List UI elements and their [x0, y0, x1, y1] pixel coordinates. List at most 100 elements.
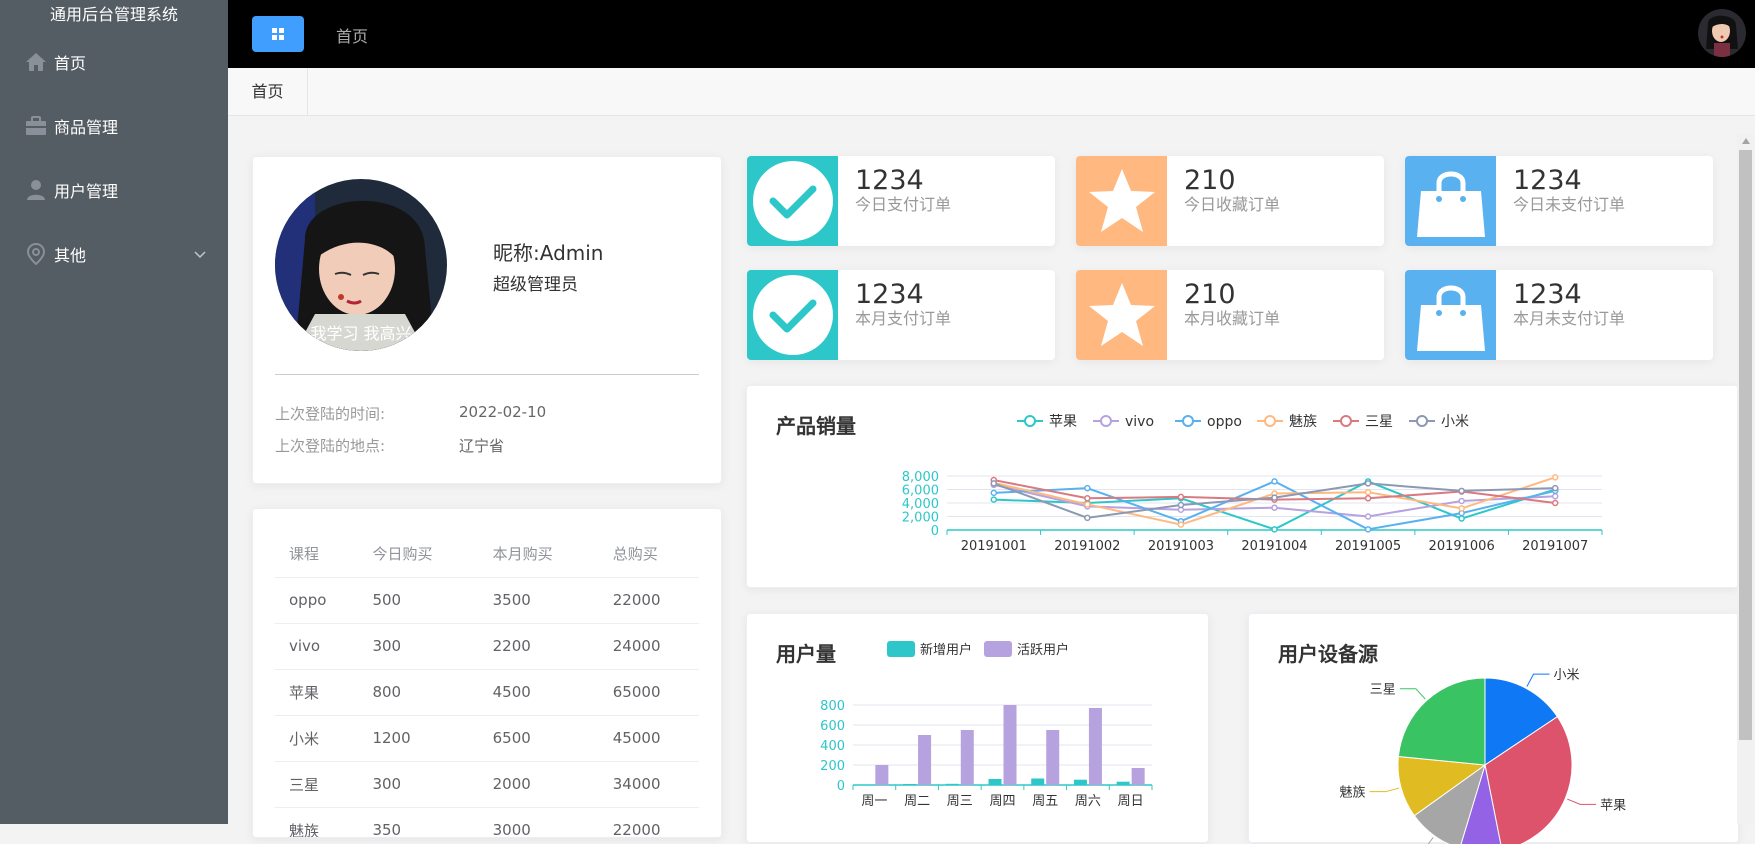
table-cell: 300 [358, 623, 479, 670]
star-icon [1088, 283, 1155, 346]
last-login-place-label: 上次登陆的地点: [275, 437, 386, 455]
star-icon [1088, 169, 1155, 232]
stat-label: 今日支付订单 [855, 195, 952, 214]
sidebar-item-label: 商品管理 [54, 118, 119, 137]
column-header: 本月购买 [478, 531, 599, 578]
stat-card: 1234 本月未支付订单 [1405, 270, 1713, 360]
column-header: 课程 [275, 531, 359, 578]
table-cell: 2000 [478, 761, 599, 808]
bag-icon [1416, 171, 1485, 237]
breadcrumb[interactable]: 首页 [336, 23, 368, 47]
data-point [1084, 501, 1091, 508]
x-tick-label: 20191003 [1148, 539, 1214, 554]
bar [960, 730, 974, 785]
sidebar: 通用后台管理系统 首页 商品管理 用户管理 其他 [0, 0, 228, 824]
x-tick-label: 周四 [989, 794, 1015, 809]
legend-label: 活跃用户 [1017, 642, 1069, 658]
table-cell: 500 [358, 577, 479, 624]
data-point [1364, 480, 1372, 487]
purchase-table: 课程 今日购买 本月购买 总购买 oppo 500 3500 22000 vivo 30… [275, 531, 699, 837]
bar [860, 784, 874, 785]
stat-icon-box [1076, 156, 1167, 246]
data-point [990, 480, 998, 487]
scroll-up-arrow-icon[interactable] [1742, 138, 1750, 144]
legend-item: 新增用户 [887, 641, 972, 658]
app-title: 通用后台管理系统 [49, 5, 178, 24]
last-login-time-value: 2022-02-10 [459, 403, 547, 421]
stat-card: 1234 本月支付订单 [747, 270, 1055, 360]
grid-icon [272, 28, 284, 40]
stat-value: 1234 [855, 165, 924, 196]
bar [1003, 705, 1017, 785]
data-point [1364, 488, 1372, 496]
table-cell: 65000 [598, 669, 699, 716]
data-point [990, 496, 998, 503]
collapse-menu-button[interactable] [252, 16, 304, 52]
stat-value: 210 [1184, 279, 1236, 310]
bar [1088, 708, 1102, 785]
location-icon [24, 242, 48, 266]
stat-value: 1234 [1513, 279, 1582, 310]
data-point [990, 489, 998, 497]
sidebar-item-label: 用户管理 [54, 182, 119, 201]
pie-label: 苹果 [1600, 798, 1626, 813]
tab-home[interactable]: 首页 [228, 68, 308, 115]
table-cell: 3000 [478, 807, 599, 837]
last-login-time-label: 上次登陆的时间: [275, 405, 386, 423]
x-tick-label: 20191007 [1522, 539, 1588, 554]
data-point [1364, 526, 1372, 533]
stat-icon-box [1076, 270, 1167, 360]
pie-label: 小米 [1554, 668, 1580, 683]
sidebar-item-users[interactable]: 用户管理 [0, 158, 228, 222]
data-point [1551, 499, 1559, 507]
data-point [1458, 487, 1465, 495]
sidebar-item-home[interactable]: 首页 [0, 30, 228, 94]
legend-item: 魅族 [1257, 414, 1317, 430]
table-row: vivo 300 2200 24000 [275, 623, 699, 670]
table-cell: 300 [358, 761, 479, 808]
chevron-down-icon [194, 244, 206, 263]
scrollbar[interactable] [1737, 134, 1754, 824]
bar [945, 783, 959, 785]
table-cell: 34000 [598, 761, 699, 808]
table-cell: 苹果 [275, 669, 359, 716]
legend-label: 新增用户 [920, 642, 972, 658]
x-tick-label: 周一 [861, 794, 887, 809]
y-tick-label: 600 [820, 719, 845, 734]
bar [875, 765, 889, 785]
stat-label: 今日未支付订单 [1513, 195, 1626, 214]
pie-label: 魅族 [1340, 785, 1366, 801]
stat-label: 本月支付订单 [855, 309, 952, 328]
data-point [1364, 513, 1372, 520]
legend-item: 三星 [1333, 414, 1393, 430]
stat-label: 本月收藏订单 [1184, 309, 1281, 328]
legend-marker [1100, 415, 1112, 427]
legend-marker [1182, 415, 1194, 427]
x-tick-label: 20191005 [1335, 539, 1401, 554]
data-point [1458, 497, 1465, 505]
bar-chart: 新增用户 活跃用户 800 600 400 200 0 周一 周二 周三 周四 周五 周六 周日 [820, 641, 1153, 809]
legend-label: vivo [1125, 414, 1154, 430]
stat-icon-box [747, 270, 838, 360]
table-cell: 2200 [478, 623, 599, 670]
legend-swatch [984, 641, 1012, 657]
sidebar-item-products[interactable]: 商品管理 [0, 94, 228, 158]
x-tick-label: 20191002 [1054, 539, 1120, 554]
line-chart: 苹果 vivo oppo 魅族 三星 小米8,0006,0004,0002,0000201… [902, 414, 1603, 554]
scrollbar-thumb[interactable] [1739, 150, 1752, 740]
legend-label: 魅族 [1289, 414, 1317, 430]
legend-marker [1340, 415, 1352, 427]
avatar[interactable] [1698, 9, 1746, 57]
bar [903, 784, 917, 785]
table-row: 三星 300 2000 34000 [275, 761, 699, 808]
x-tick-label: 周日 [1118, 794, 1144, 809]
y-tick-label: 800 [820, 699, 845, 714]
x-tick-label: 周三 [947, 794, 973, 809]
sidebar-item-other[interactable]: 其他 [0, 222, 228, 286]
y-tick-label: 0 [837, 779, 845, 794]
data-point [1084, 514, 1091, 522]
data-point [1271, 478, 1278, 485]
bar [1073, 779, 1087, 785]
data-point [1177, 501, 1185, 509]
device-pie-chart-card: 用户设备源 小米苹果vivooppo魅族三星 [1248, 613, 1739, 844]
